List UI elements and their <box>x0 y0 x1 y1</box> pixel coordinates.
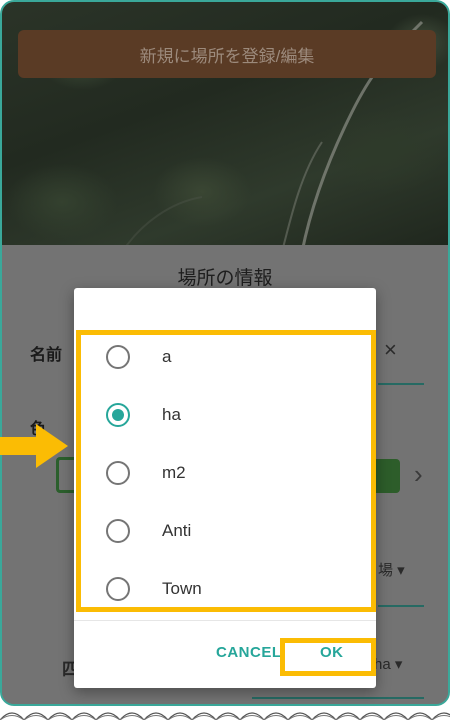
color-swatch-selected[interactable] <box>376 459 400 493</box>
clear-name-icon[interactable]: × <box>384 337 397 363</box>
option-label: ha <box>162 405 181 424</box>
ok-button[interactable]: OK <box>320 644 344 661</box>
unit-option-town[interactable]: Town <box>74 560 376 618</box>
radio-button[interactable] <box>106 519 130 543</box>
radio-button-checked[interactable] <box>106 403 130 427</box>
unit-option-ha[interactable]: ha <box>74 386 376 444</box>
chevron-right-icon[interactable]: › <box>414 459 423 490</box>
unit-select-dialog: a ha m2 Anti Town CANCEL OK <box>74 288 376 688</box>
unit-option-m2[interactable]: m2 <box>74 444 376 502</box>
unit-dropdown-2[interactable]: ha ▾ <box>374 655 402 673</box>
pointer-arrow-icon <box>0 424 68 468</box>
unit-option-a[interactable]: a <box>74 328 376 386</box>
cancel-button[interactable]: CANCEL <box>216 644 282 661</box>
name-field-underline <box>378 383 424 385</box>
unit-dropdown-2-underline <box>252 697 424 699</box>
page-title-bar: 新規に場所を登録/編集 <box>18 30 436 78</box>
option-label: m2 <box>162 463 186 482</box>
name-label: 名前 <box>30 347 63 364</box>
dialog-divider <box>74 620 376 621</box>
page-title: 新規に場所を登録/編集 <box>139 46 315 66</box>
unit-dropdown-1-underline <box>378 605 424 607</box>
option-label: Town <box>162 579 202 598</box>
option-label: a <box>162 347 172 366</box>
sheet-title: 場所の情報 <box>177 268 273 289</box>
unit-dropdown-1[interactable]: 場 ▾ <box>378 559 405 580</box>
radio-button[interactable] <box>106 461 130 485</box>
unit-options-list: a ha m2 Anti Town <box>74 328 376 618</box>
option-label: Anti <box>162 521 192 540</box>
unit-option-anti[interactable]: Anti <box>74 502 376 560</box>
decorative-border <box>0 712 450 720</box>
satellite-map[interactable]: 新規に場所を登録/編集 <box>2 2 448 252</box>
radio-button[interactable] <box>106 577 130 601</box>
radio-button[interactable] <box>106 345 130 369</box>
